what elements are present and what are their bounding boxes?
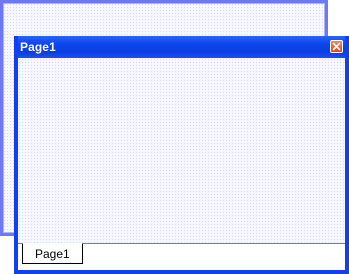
title-bar[interactable]: Page1 bbox=[18, 36, 345, 58]
close-icon bbox=[332, 42, 341, 51]
desktop: Page1 Page1 bbox=[0, 0, 349, 274]
close-button[interactable] bbox=[330, 40, 343, 53]
page-canvas[interactable] bbox=[18, 58, 345, 244]
tab-label: Page1 bbox=[35, 246, 70, 261]
window-title: Page1 bbox=[20, 40, 56, 54]
window-client: Page1 bbox=[18, 58, 345, 270]
page-window[interactable]: Page1 Page1 bbox=[14, 36, 349, 274]
sheet-tab-strip: Page1 bbox=[18, 243, 345, 270]
tab-page1[interactable]: Page1 bbox=[22, 243, 83, 264]
